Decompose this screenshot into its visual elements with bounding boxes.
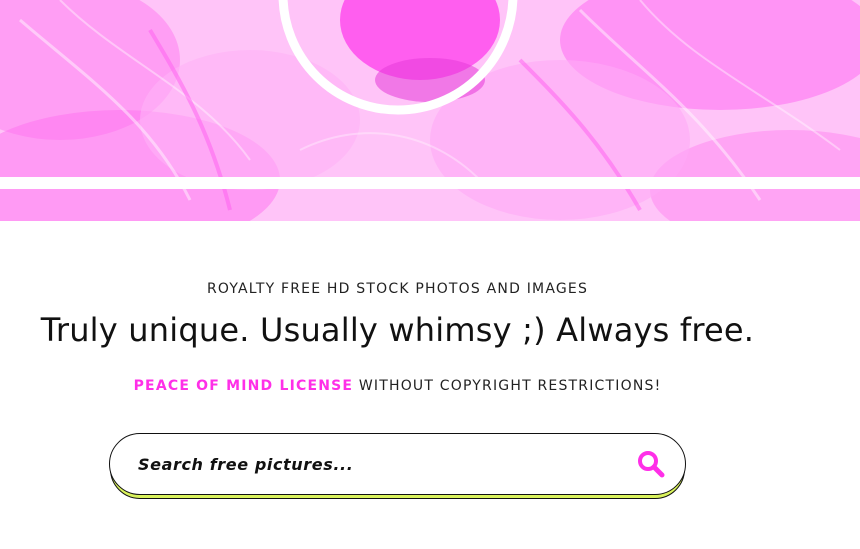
- search-input[interactable]: [138, 448, 608, 480]
- hero-divider: [0, 177, 860, 189]
- tagline: ROYALTY FREE HD STOCK PHOTOS AND IMAGES: [206, 281, 589, 297]
- magnifier-icon: [638, 450, 665, 477]
- license-line: PEACE OF MIND LICENSE WITHOUT COPYRIGHT …: [0, 378, 795, 394]
- search-bar: [109, 433, 686, 495]
- license-link[interactable]: PEACE OF MIND LICENSE: [134, 378, 354, 394]
- search-button[interactable]: [634, 448, 668, 482]
- page-headline: Truly unique. Usually whimsy ;) Always f…: [40, 311, 755, 349]
- hero-image: [0, 0, 860, 221]
- license-description: WITHOUT COPYRIGHT RESTRICTIONS!: [353, 378, 662, 394]
